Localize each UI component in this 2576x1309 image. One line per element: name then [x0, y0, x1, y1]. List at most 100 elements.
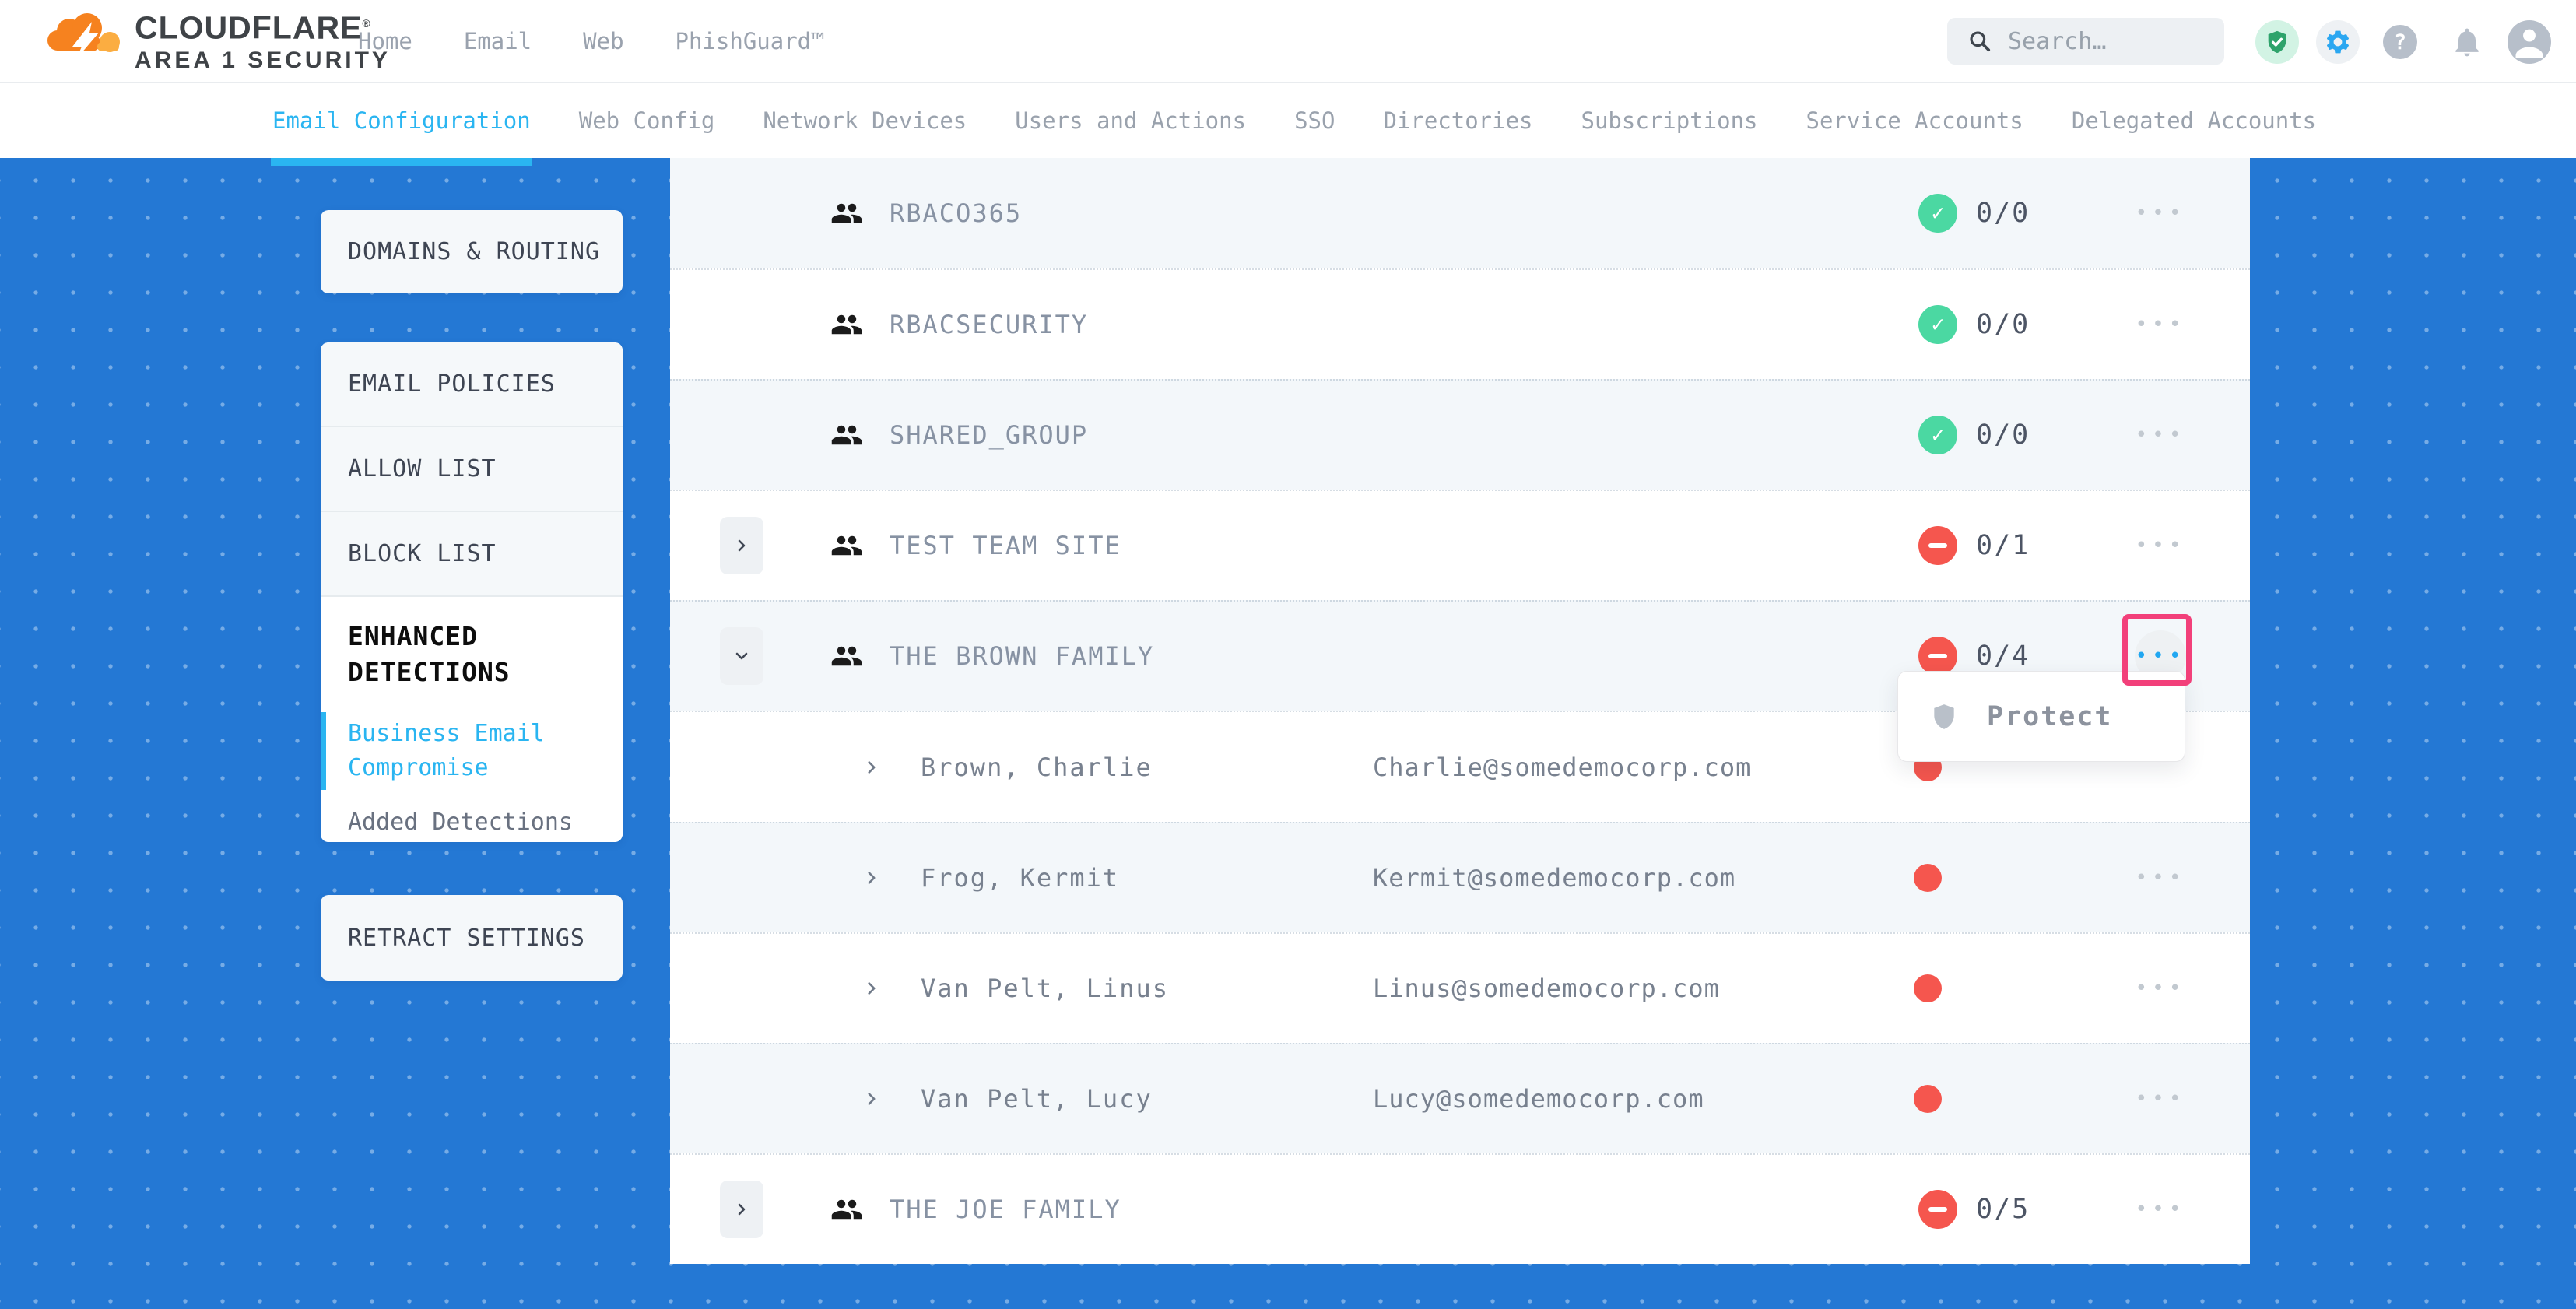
chevron-icon: [732, 1200, 751, 1219]
sidebar-label: DOMAINS & ROUTING: [348, 238, 600, 265]
help-icon[interactable]: ?: [2383, 25, 2417, 59]
row-email: Lucy@somedemocorp.com: [1373, 1084, 1704, 1114]
tab-email-configuration[interactable]: Email Configuration: [272, 83, 531, 158]
status-badge: ✓: [1918, 416, 1957, 454]
expander-button[interactable]: [720, 627, 763, 685]
notifications-bell-icon[interactable]: [2447, 22, 2487, 62]
user-avatar-icon[interactable]: [2508, 20, 2551, 64]
tab-subscriptions[interactable]: Subscriptions: [1581, 83, 1758, 158]
row-name: THE BROWN FAMILY: [890, 641, 1154, 671]
member-chevron-icon[interactable]: [862, 868, 882, 888]
sidebar-label: RETRACT SETTINGS: [348, 925, 585, 952]
status-glyph: ✓: [1932, 202, 1945, 224]
top-nav-web[interactable]: Web: [583, 28, 623, 54]
row-actions-button[interactable]: •••: [2124, 866, 2197, 890]
row-name: SHARED_GROUP: [890, 420, 1088, 450]
sidebar-item-retract-settings[interactable]: RETRACT SETTINGS: [321, 895, 623, 981]
status-dot-icon: [1914, 864, 1942, 892]
protection-count: 0/0: [1976, 198, 2030, 229]
row-actions-button[interactable]: •••: [2124, 644, 2197, 668]
row-name: TEST TEAM SITE: [890, 531, 1121, 560]
sidebar-section-enhanced-detections: ENHANCED DETECTIONS Business Email Compr…: [321, 597, 623, 836]
sidebar-item-block-list[interactable]: BLOCK LIST: [321, 512, 623, 597]
member-chevron-icon[interactable]: [862, 978, 882, 998]
row-actions-button[interactable]: •••: [2124, 202, 2197, 225]
table-row: Frog, Kermit Kermit@somedemocorp.com •••: [670, 822, 2250, 932]
menu-item-protect[interactable]: Protect: [1987, 701, 2113, 732]
sidebar-item-added-detections[interactable]: Added Detections: [348, 809, 595, 836]
tab-sso[interactable]: SSO: [1294, 83, 1335, 158]
top-nav-email[interactable]: Email: [464, 28, 532, 54]
status-badge: [1918, 526, 1957, 565]
expander-button[interactable]: [720, 517, 763, 574]
protection-count: 0/4: [1976, 640, 2030, 672]
tab-delegated-accounts[interactable]: Delegated Accounts: [2072, 83, 2316, 158]
row-actions-button[interactable]: •••: [2124, 534, 2197, 557]
sidebar-item-email-policies[interactable]: EMAIL POLICIES: [321, 342, 623, 427]
expander-button[interactable]: [720, 1181, 763, 1238]
protection-count: 0/0: [1976, 309, 2030, 340]
row-name: RBACSECURITY: [890, 310, 1088, 339]
row-actions-button[interactable]: •••: [2124, 313, 2197, 336]
shield-icon: [1929, 702, 1959, 732]
tab-directories[interactable]: Directories: [1383, 83, 1532, 158]
chevron-icon: [732, 647, 751, 665]
member-chevron-icon[interactable]: [862, 1089, 882, 1109]
table-row: THE JOE FAMILY 0/5 •••: [670, 1153, 2250, 1264]
shield-check-icon[interactable]: [2255, 20, 2299, 64]
protection-count: 0/5: [1976, 1194, 2030, 1225]
status-badge: [1918, 1190, 1957, 1229]
member-chevron-icon[interactable]: [862, 757, 882, 777]
sidebar-item-business-email-compromise[interactable]: Business Email Compromise: [348, 717, 595, 785]
cloudflare-logo: CLOUDFLARE® AREA 1 SECURITY: [43, 6, 391, 75]
row-email: Kermit@somedemocorp.com: [1373, 863, 1735, 893]
table-row: TEST TEAM SITE 0/1 •••: [670, 490, 2250, 600]
row-actions-button[interactable]: •••: [2124, 977, 2197, 1000]
table-row: RBACSECURITY ✓ 0/0 •••: [670, 268, 2250, 379]
tab-network-devices[interactable]: Network Devices: [763, 83, 967, 158]
status-badge: [1918, 637, 1957, 676]
row-actions-button[interactable]: •••: [2124, 1198, 2197, 1221]
protection-count: 0/0: [1976, 419, 2030, 451]
sidebar-item-domains-routing[interactable]: DOMAINS & ROUTING: [321, 210, 623, 293]
row-actions-button[interactable]: •••: [2124, 1087, 2197, 1111]
group-people-icon: [830, 529, 863, 562]
table-row: Van Pelt, Lucy Lucy@somedemocorp.com •••: [670, 1043, 2250, 1153]
protection-count: 0/1: [1976, 530, 2030, 561]
row-actions-button[interactable]: •••: [2124, 423, 2197, 447]
sidebar-policies-card: EMAIL POLICIESALLOW LISTBLOCK LIST ENHAN…: [321, 342, 623, 842]
group-people-icon: [830, 1193, 863, 1226]
logo-product: AREA 1 SECURITY: [135, 47, 391, 75]
row-name: Van Pelt, Linus: [921, 974, 1169, 1003]
tab-service-accounts[interactable]: Service Accounts: [1806, 83, 2023, 158]
row-name: THE JOE FAMILY: [890, 1195, 1121, 1224]
settings-gear-icon[interactable]: [2316, 20, 2360, 64]
group-people-icon: [830, 197, 863, 230]
search-box[interactable]: Search…: [1947, 18, 2224, 65]
table-row: Van Pelt, Linus Linus@somedemocorp.com •…: [670, 932, 2250, 1043]
sidebar-item-allow-list[interactable]: ALLOW LIST: [321, 427, 623, 512]
search-icon: [1967, 29, 1992, 54]
top-nav-home[interactable]: Home: [358, 28, 412, 54]
row-name: RBACO365: [890, 198, 1022, 228]
row-name: Van Pelt, Lucy: [921, 1084, 1153, 1114]
status-dot-icon: [1914, 974, 1942, 1002]
row-name: Brown, Charlie: [921, 753, 1153, 782]
top-header: CLOUDFLARE® AREA 1 SECURITY Home Email Web…: [0, 0, 2576, 83]
row-context-menu: Protect: [1897, 671, 2185, 762]
search-placeholder: Search…: [2008, 28, 2106, 55]
tab-users-and-actions[interactable]: Users and Actions: [1015, 83, 1246, 158]
logo-brand: CLOUDFLARE®: [135, 6, 391, 45]
row-name: Frog, Kermit: [921, 863, 1119, 893]
enhanced-detections-title[interactable]: ENHANCED DETECTIONS: [348, 619, 595, 690]
status-glyph: ✓: [1932, 314, 1945, 335]
row-email: Charlie@somedemocorp.com: [1373, 753, 1751, 782]
status-badge: ✓: [1918, 194, 1957, 233]
top-nav-phishguard[interactable]: PhishGuard™: [676, 28, 825, 54]
tab-bar: Email Configuration Web Config Network Dev…: [0, 83, 2576, 158]
tab-web-config[interactable]: Web Config: [579, 83, 715, 158]
row-email: Linus@somedemocorp.com: [1373, 974, 1720, 1003]
table-row: RBACO365 ✓ 0/0 •••: [670, 158, 2250, 268]
top-nav: Home Email Web PhishGuard™: [358, 0, 825, 82]
status-dot-icon: [1914, 1085, 1942, 1113]
